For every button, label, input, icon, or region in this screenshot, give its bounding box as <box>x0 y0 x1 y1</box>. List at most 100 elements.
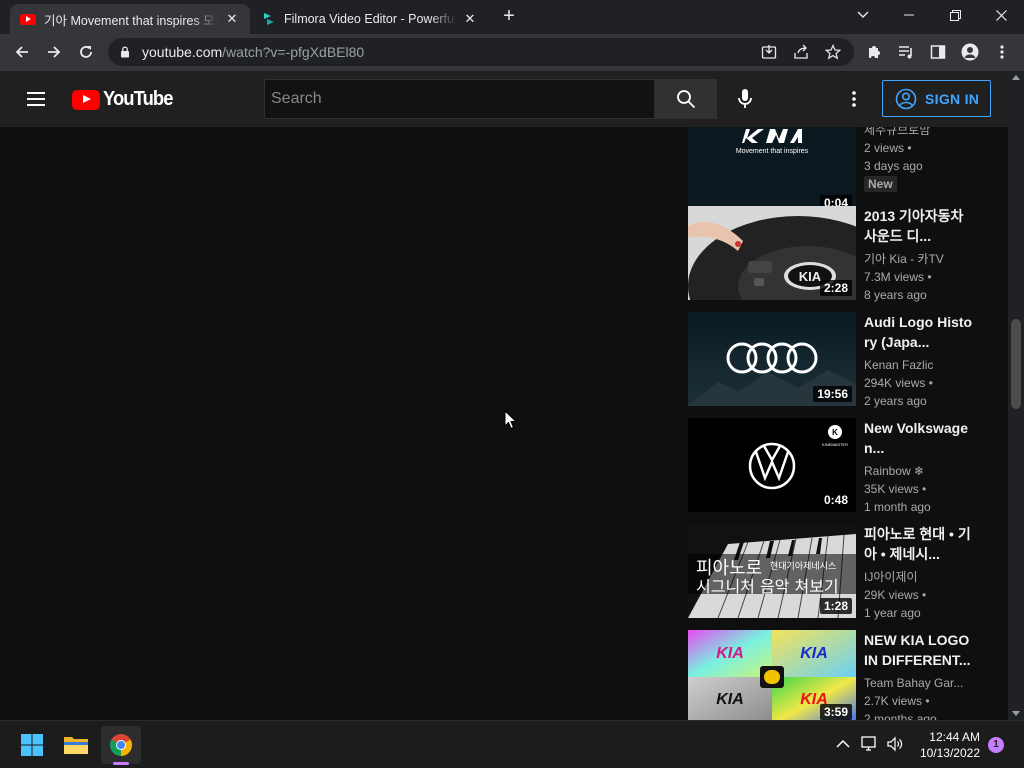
search-input[interactable] <box>265 80 654 118</box>
recommendation-item[interactable]: 피아노로 현대기아제네시스 시그니처 음악 쳐보기 1:28 피아노로 현대 •… <box>688 524 998 620</box>
folder-icon <box>64 737 88 754</box>
video-thumbnail[interactable]: KIA 2:28 <box>688 206 856 300</box>
arrow-right-icon <box>48 46 61 58</box>
video-meta: 2013 기아자동차 사운드 디... 기아 Kia - 카TV 7.3M vi… <box>864 206 974 304</box>
sign-in-label: SIGN IN <box>925 90 980 107</box>
recommendation-item[interactable]: 19:56 Audi Logo History (Japa... Kenan F… <box>688 312 998 408</box>
lock-icon[interactable] <box>120 46 130 58</box>
account-circle-icon <box>895 88 917 109</box>
channel-name[interactable]: Rainbow ❄ <box>864 462 974 480</box>
url-text[interactable]: youtube.com/watch?v=-pfgXdBEl80 <box>142 44 364 60</box>
channel-name[interactable]: 제주규브로맘 <box>864 127 974 139</box>
channel-name[interactable]: IJ아이제이 <box>864 568 974 586</box>
mouse-cursor-icon <box>504 410 518 430</box>
channel-name[interactable]: Team Bahay Gar... <box>864 674 974 692</box>
install-app-icon[interactable] <box>760 43 778 61</box>
network-icon[interactable] <box>860 735 878 753</box>
close-window-button[interactable] <box>978 0 1024 30</box>
video-title[interactable]: 2013 기아자동차 사운드 디... <box>864 206 974 246</box>
close-tab-icon[interactable]: ✕ <box>224 11 240 27</box>
video-thumbnail[interactable]: K KINEMASTER 0:48 <box>688 418 856 512</box>
sign-in-button[interactable]: SIGN IN <box>882 80 991 117</box>
video-title[interactable]: Audi Logo History (Japa... <box>864 312 974 352</box>
volume-icon[interactable] <box>886 735 904 753</box>
channel-name[interactable]: 기아 Kia - 카TV <box>864 250 974 268</box>
upload-age: 1 month ago <box>864 500 931 514</box>
view-count: 35K views • <box>864 482 927 496</box>
bookmark-star-icon[interactable] <box>824 43 842 61</box>
back-button[interactable] <box>8 38 36 66</box>
youtube-favicon-icon <box>20 13 36 25</box>
kebab-menu-icon <box>852 91 856 107</box>
reload-icon <box>80 46 92 58</box>
minimize-button[interactable] <box>886 0 932 30</box>
youtube-logo[interactable]: YouTube <box>72 88 179 111</box>
share-icon[interactable] <box>792 43 810 61</box>
notification-badge[interactable]: 1 <box>988 737 1004 753</box>
address-bar[interactable]: youtube.com/watch?v=-pfgXdBEl80 <box>108 38 854 66</box>
chrome-menu-button[interactable] <box>988 38 1016 66</box>
chevron-up-icon[interactable] <box>834 735 852 753</box>
browser-tab-strip: 기아 Movement that inspires 모든 ✕ Filmora V… <box>0 0 1024 34</box>
view-count: 294K views • <box>864 376 933 390</box>
duration-badge: 19:56 <box>813 386 852 402</box>
search-button[interactable] <box>655 79 717 119</box>
media-control-button[interactable] <box>892 38 920 66</box>
tab-filmora[interactable]: Filmora Video Editor - Powerful V ✕ <box>252 4 488 34</box>
upload-age: 2 months ago <box>864 712 937 720</box>
chrome-icon <box>110 734 132 756</box>
reload-button[interactable] <box>72 38 100 66</box>
settings-more-button[interactable] <box>838 83 870 115</box>
search-box <box>264 79 655 119</box>
hamburger-menu-icon[interactable] <box>24 87 48 111</box>
new-badge: New <box>864 176 897 192</box>
side-panel-button[interactable] <box>924 38 952 66</box>
video-title[interactable]: 피아노로 현대 • 기아 • 제네시... <box>864 524 974 564</box>
video-thumbnail[interactable]: 19:56 <box>688 312 856 406</box>
active-app-indicator <box>113 762 129 765</box>
scroll-up-arrow-icon[interactable] <box>1012 75 1020 80</box>
chrome-taskbar-button[interactable] <box>101 726 141 764</box>
new-tab-button[interactable]: + <box>498 6 520 28</box>
start-button[interactable] <box>12 726 52 764</box>
channel-name[interactable]: Kenan Fazlic <box>864 356 974 374</box>
profile-avatar-icon <box>961 43 979 61</box>
youtube-play-logo-icon <box>72 89 100 110</box>
close-tab-icon[interactable]: ✕ <box>462 11 478 27</box>
scrollbar-thumb[interactable] <box>1011 319 1021 409</box>
youtube-logo-text: YouTube <box>103 88 173 110</box>
file-explorer-button[interactable] <box>56 726 96 764</box>
scroll-down-arrow-icon[interactable] <box>1012 711 1020 716</box>
profile-button[interactable] <box>956 38 984 66</box>
video-title[interactable]: NEW KIA LOGO IN DIFFERENT... <box>864 630 974 670</box>
forward-button[interactable] <box>40 38 68 66</box>
view-count: 2.7K views • <box>864 694 930 708</box>
voice-search-button[interactable] <box>729 83 761 115</box>
upload-age: 8 years ago <box>864 288 927 302</box>
tab-search-button[interactable] <box>840 0 886 30</box>
upload-age: 3 days ago <box>864 159 923 173</box>
url-host: youtube.com <box>142 44 223 60</box>
view-count: 2 views • <box>864 141 912 155</box>
tab-youtube[interactable]: 기아 Movement that inspires 모든 ✕ <box>10 4 250 34</box>
restore-icon <box>949 9 961 21</box>
video-player[interactable] <box>0 127 672 720</box>
close-icon <box>995 9 1007 21</box>
recommendation-item[interactable]: KIA KIA KIA KIA 3:59 NEW KIA LOGO IN DIF… <box>688 630 998 720</box>
video-title[interactable]: New Volkswagen... <box>864 418 974 458</box>
taskbar-clock[interactable]: 12:44 AM 10/13/2022 <box>912 729 980 761</box>
video-thumbnail[interactable]: Movement that inspires 0:04 <box>688 127 856 215</box>
video-thumbnail[interactable]: 피아노로 현대기아제네시스 시그니처 음악 쳐보기 1:28 <box>688 524 856 618</box>
arrow-left-icon <box>15 46 28 58</box>
svg-text:KIA: KIA <box>716 691 744 708</box>
video-thumbnail[interactable]: KIA KIA KIA KIA 3:59 <box>688 630 856 720</box>
extensions-button[interactable] <box>860 38 888 66</box>
recommendation-item[interactable]: Movement that inspires 0:04 제주규브로맘 2 vie… <box>688 127 998 215</box>
clock-time: 12:44 AM <box>929 730 980 744</box>
duration-badge: 3:59 <box>819 704 852 720</box>
recommendation-item[interactable]: K KINEMASTER 0:48 New Volkswagen... Rain… <box>688 418 998 514</box>
restore-button[interactable] <box>932 0 978 30</box>
recommendation-item[interactable]: KIA 2:28 2013 기아자동차 사운드 디... 기아 Kia - 카T… <box>688 206 998 302</box>
page-scrollbar[interactable] <box>1008 71 1024 720</box>
video-meta: New Volkswagen... Rainbow ❄ 35K views • … <box>864 418 974 516</box>
